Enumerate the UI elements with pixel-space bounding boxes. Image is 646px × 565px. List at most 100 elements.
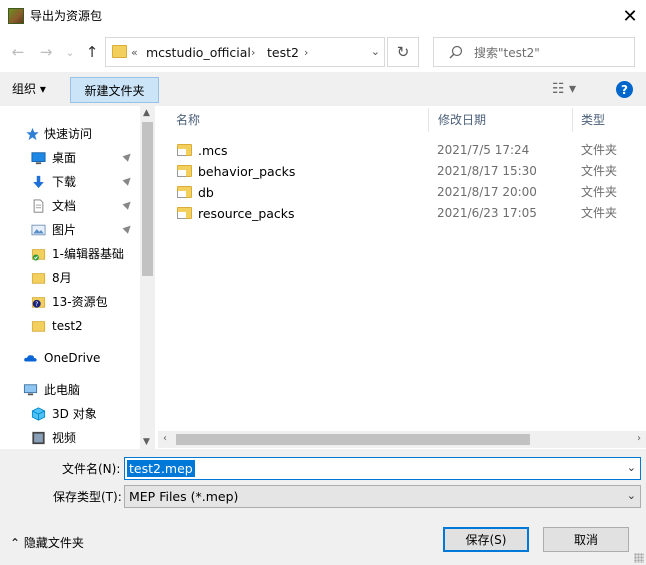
sidebar-item-label: 3D 对象 [52, 407, 97, 421]
search-input[interactable]: 搜索"test2" [433, 37, 635, 67]
file-date: 2021/7/5 17:24 [437, 143, 530, 157]
file-row[interactable]: behavior_packs 2021/8/17 15:30 文件夹 [158, 161, 646, 182]
recent-locations-icon[interactable]: ⌄ [60, 42, 80, 62]
chevron-down-icon[interactable]: ⌄ [627, 489, 636, 502]
title-bar: 导出为资源包 ✕ [0, 0, 646, 32]
filename-field[interactable]: test2.mep ⌄ [124, 457, 641, 480]
sidebar-item-documents[interactable]: 文档 ▲ [0, 194, 140, 218]
scrollbar-thumb[interactable] [176, 434, 530, 445]
svg-text:?: ? [35, 301, 38, 308]
sidebar-item-this-pc[interactable]: 此电脑 [0, 378, 140, 402]
file-name: behavior_packs [198, 164, 296, 179]
sidebar-item-onedrive[interactable]: OneDrive [0, 346, 140, 370]
pin-icon[interactable]: ▲ [121, 150, 134, 163]
file-row[interactable]: .mcs 2021/7/5 17:24 文件夹 [158, 140, 646, 161]
help-icon[interactable]: ? [616, 81, 633, 98]
up-arrow-icon[interactable]: ↑ [82, 42, 102, 62]
scroll-down-icon[interactable]: ▼ [143, 437, 150, 447]
hide-folders-toggle[interactable]: ⌃ 隐藏文件夹 [10, 535, 84, 551]
sidebar-item-quick-access[interactable]: 快速访问 [0, 122, 140, 146]
computer-icon [23, 384, 38, 396]
sidebar-item-label: 13-资源包 [52, 295, 108, 309]
video-icon [32, 431, 45, 445]
sidebar-item-3d-objects[interactable]: 3D 对象 [0, 402, 140, 426]
picture-icon [31, 224, 46, 236]
save-button[interactable]: 保存(S) [443, 527, 529, 552]
sidebar-scrollbar[interactable]: ▲ ▼ [140, 106, 155, 449]
navigation-bar: ← → ⌄ ↑ « mcstudio_official › test2 › ⌄ … [0, 32, 646, 72]
folder-icon [112, 45, 127, 58]
folder-icon [177, 207, 192, 219]
scroll-right-icon[interactable]: › [637, 433, 641, 444]
refresh-button[interactable]: ↻ [387, 37, 419, 67]
file-row[interactable]: db 2021/8/17 20:00 文件夹 [158, 182, 646, 203]
new-folder-button[interactable]: 新建文件夹 [70, 77, 159, 103]
chevron-down-icon[interactable]: ⌄ [627, 461, 636, 474]
column-header-type[interactable]: 类型 [563, 106, 646, 134]
navigation-pane: 快速访问 桌面 ▲ 下载 ▲ 文档 ▲ 图片 ▲ 1-编辑器基础 8月 ? 13… [0, 106, 155, 449]
search-placeholder: 搜索"test2" [474, 46, 540, 60]
breadcrumb-separator[interactable]: › [251, 45, 255, 61]
file-type: 文件夹 [581, 143, 618, 157]
folder-icon [177, 186, 192, 198]
column-header-name[interactable]: 名称 [158, 106, 428, 134]
breadcrumb-mcstudio-official[interactable]: mcstudio_official [146, 45, 251, 61]
pin-icon[interactable]: ▲ [121, 222, 134, 235]
file-row[interactable]: resource_packs 2021/6/23 17:05 文件夹 [158, 203, 646, 224]
save-form: 文件名(N): test2.mep ⌄ 保存类型(T): MEP Files (… [0, 449, 646, 565]
sidebar-item-label: 1-编辑器基础 [52, 247, 124, 261]
address-bar[interactable]: « mcstudio_official › test2 › ⌄ [105, 37, 385, 67]
desktop-icon [31, 152, 46, 165]
sidebar-item-label: test2 [52, 319, 83, 333]
organize-menu[interactable]: 组织 ▾ [12, 81, 46, 97]
cancel-button[interactable]: 取消 [543, 527, 629, 552]
sidebar-item-pictures[interactable]: 图片 ▲ [0, 218, 140, 242]
sidebar-item-videos[interactable]: 视频 [0, 426, 140, 449]
window-title: 导出为资源包 [30, 9, 103, 23]
horizontal-scrollbar[interactable]: ‹ › [158, 431, 646, 448]
download-icon [33, 175, 44, 189]
breadcrumb-test2[interactable]: test2 [267, 45, 299, 61]
pin-icon[interactable]: ▲ [121, 198, 134, 211]
sidebar-item-desktop[interactable]: 桌面 ▲ [0, 146, 140, 170]
file-name: resource_packs [198, 206, 295, 221]
sidebar-item-august[interactable]: 8月 [0, 266, 140, 290]
folder-icon [177, 144, 192, 156]
file-list: ^ 名称 修改日期 类型 .mcs 2021/7/5 17:24 文件夹 beh… [158, 106, 646, 449]
command-toolbar: 组织 ▾ 新建文件夹 ☷ ▾ ? [0, 72, 646, 106]
file-type: 文件夹 [581, 164, 618, 178]
star-icon [26, 127, 39, 141]
sidebar-item-test2[interactable]: test2 [0, 314, 140, 338]
file-type: 文件夹 [581, 206, 618, 220]
file-date: 2021/8/17 15:30 [437, 164, 537, 178]
filename-value: test2.mep [127, 460, 195, 477]
breadcrumb-separator[interactable]: › [304, 45, 308, 61]
resize-grip-icon[interactable] [634, 553, 644, 563]
folder-icon [31, 321, 46, 332]
view-options-icon[interactable]: ☷ ▾ [552, 81, 576, 97]
file-name: .mcs [198, 143, 228, 158]
scrollbar-thumb[interactable] [142, 122, 153, 276]
sidebar-item-resource-pack[interactable]: ? 13-资源包 [0, 290, 140, 314]
document-icon [33, 199, 44, 213]
sidebar-item-downloads[interactable]: 下载 ▲ [0, 170, 140, 194]
column-header-date[interactable]: 修改日期 [420, 106, 570, 134]
sidebar-item-label: OneDrive [44, 351, 101, 365]
search-icon [449, 45, 463, 59]
breadcrumb-overflow[interactable]: « [131, 45, 138, 61]
back-arrow-icon[interactable]: ← [8, 42, 28, 62]
sidebar-item-label: 下载 [52, 175, 77, 189]
file-date: 2021/6/23 17:05 [437, 206, 537, 220]
sidebar-item-label: 视频 [52, 431, 77, 445]
sidebar-item-editor-basics[interactable]: 1-编辑器基础 [0, 242, 140, 266]
chevron-down-icon[interactable]: ⌄ [371, 45, 380, 58]
scroll-up-icon[interactable]: ▲ [143, 108, 150, 118]
close-button[interactable]: ✕ [614, 0, 646, 32]
filetype-select[interactable]: MEP Files (*.mep) ⌄ [124, 485, 641, 508]
forward-arrow-icon[interactable]: → [36, 42, 56, 62]
scroll-left-icon[interactable]: ‹ [163, 433, 167, 444]
cloud-icon [24, 355, 37, 362]
file-date: 2021/8/17 20:00 [437, 185, 537, 199]
pin-icon[interactable]: ▲ [121, 174, 134, 187]
app-icon [8, 8, 24, 24]
